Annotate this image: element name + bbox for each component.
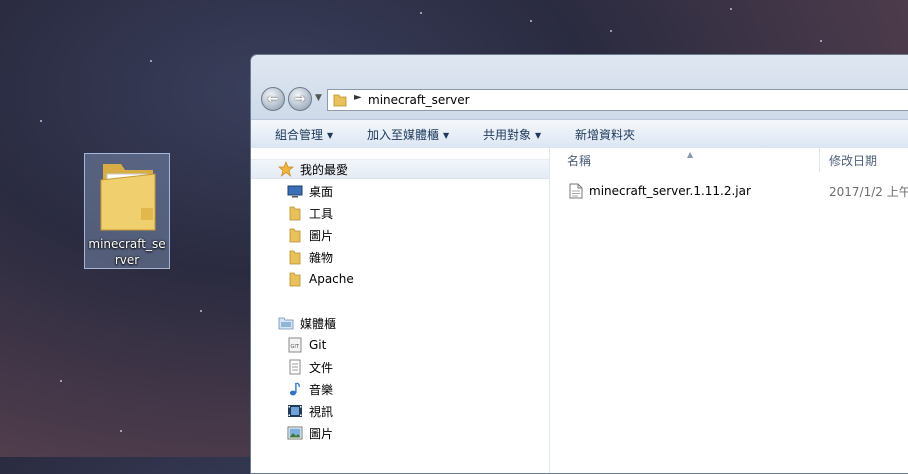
nav-item-label: 音樂 <box>309 382 334 397</box>
new-folder-button[interactable]: 新增資料夾 <box>575 126 635 143</box>
nav-item-git[interactable]: GIT Git <box>287 335 326 355</box>
nav-item-video[interactable]: 視訊 <box>287 401 333 421</box>
include-in-library-label: 加入至媒體櫃 <box>367 128 440 142</box>
documents-icon <box>289 359 301 375</box>
sort-ascending-icon: ▲ <box>687 150 694 159</box>
desktop-icon <box>287 185 303 198</box>
nav-item-tools[interactable]: 工具 <box>287 203 333 223</box>
breadcrumb-path[interactable]: minecraft_server <box>368 93 470 107</box>
nav-item-pictures-folder[interactable]: 圖片 <box>287 225 333 245</box>
nav-item-label: 桌面 <box>309 184 334 199</box>
recent-pages-dropdown-icon[interactable]: ▼ <box>315 93 322 103</box>
nav-item-pictures-library[interactable]: 圖片 <box>287 423 333 443</box>
back-arrow-icon[interactable]: ← <box>261 87 285 111</box>
folder-icon <box>100 164 156 231</box>
organize-button[interactable]: 組合管理 ▼ <box>275 126 333 143</box>
include-in-library-button[interactable]: 加入至媒體櫃 ▼ <box>367 126 449 143</box>
desktop-folder-icon-item[interactable]: minecraft_server <box>84 153 170 269</box>
organize-label: 組合管理 <box>275 128 324 142</box>
nav-item-label: 雜物 <box>309 250 334 265</box>
nav-favorites[interactable]: 我的最愛 <box>251 159 549 179</box>
pictures-icon <box>287 426 303 440</box>
file-row[interactable]: minecraft_server.1.11.2.jar <box>569 182 751 200</box>
file-list-pane: 名稱 ▲ 修改日期 minecraft_server.1.11.2.jar 20… <box>551 148 908 473</box>
dropdown-arrow-icon: ▼ <box>443 131 450 140</box>
music-icon <box>290 382 300 396</box>
column-header-date[interactable]: 修改日期 <box>829 148 908 172</box>
column-header-date-label: 修改日期 <box>829 153 878 168</box>
jar-file-icon <box>569 183 583 199</box>
folder-icon <box>289 228 301 243</box>
git-library-icon: GIT <box>288 337 302 353</box>
nav-item-apache[interactable]: Apache <box>287 269 354 289</box>
content-area: 我的最愛 桌面 工具 圖片 雜物 Apache 媒體櫃 GIT Git 文件 音… <box>251 148 908 473</box>
folder-icon <box>289 272 301 287</box>
file-date: 2017/1/2 上午 <box>829 185 908 199</box>
dropdown-arrow-icon: ▼ <box>327 131 334 140</box>
nav-item-label: 視訊 <box>309 404 334 419</box>
nav-item-label: 文件 <box>309 360 334 375</box>
nav-item-desktop[interactable]: 桌面 <box>287 181 333 201</box>
explorer-window: ← → ▼ ► minecraft_server 組合管理 ▼ 加入至媒體櫃 ▼ 共… <box>250 54 908 474</box>
nav-item-label: Apache <box>309 272 354 286</box>
address-bar-area: ← → ▼ ► minecraft_server <box>251 83 908 117</box>
forward-arrow-icon[interactable]: → <box>288 87 312 111</box>
navigation-pane: 我的最愛 桌面 工具 圖片 雜物 Apache 媒體櫃 GIT Git 文件 音… <box>251 148 550 473</box>
share-with-button[interactable]: 共用對象 ▼ <box>483 126 541 143</box>
video-icon <box>288 405 302 417</box>
desktop-icon-label: minecraft_server <box>88 237 166 267</box>
nav-item-label: Git <box>309 338 327 352</box>
nav-item-misc[interactable]: 雜物 <box>287 247 333 267</box>
dropdown-arrow-icon: ▼ <box>535 131 542 140</box>
nav-item-documents[interactable]: 文件 <box>287 357 333 377</box>
nav-item-label: 圖片 <box>309 426 334 441</box>
command-bar: 組合管理 ▼ 加入至媒體櫃 ▼ 共用對象 ▼ 新增資料夾 <box>251 119 908 149</box>
library-icon <box>278 317 294 330</box>
folder-icon <box>289 206 301 221</box>
share-with-label: 共用對象 <box>483 128 532 142</box>
svg-text:GIT: GIT <box>291 344 300 350</box>
folder-icon <box>289 250 301 265</box>
star-icon <box>278 161 294 177</box>
column-divider[interactable] <box>819 148 820 172</box>
nav-item-music[interactable]: 音樂 <box>287 379 333 399</box>
nav-item-label: 工具 <box>309 206 334 221</box>
nav-item-label: 圖片 <box>309 228 334 243</box>
folder-icon <box>333 94 347 107</box>
file-name: minecraft_server.1.11.2.jar <box>589 184 751 198</box>
nav-favorites-label: 我的最愛 <box>300 162 349 177</box>
column-header-name-label: 名稱 <box>567 153 592 168</box>
breadcrumb-chevron-icon[interactable]: ► <box>354 92 362 103</box>
nav-libraries-label: 媒體櫃 <box>300 316 337 331</box>
nav-libraries[interactable]: 媒體櫃 <box>278 313 336 333</box>
address-box[interactable]: ► minecraft_server <box>327 89 908 111</box>
